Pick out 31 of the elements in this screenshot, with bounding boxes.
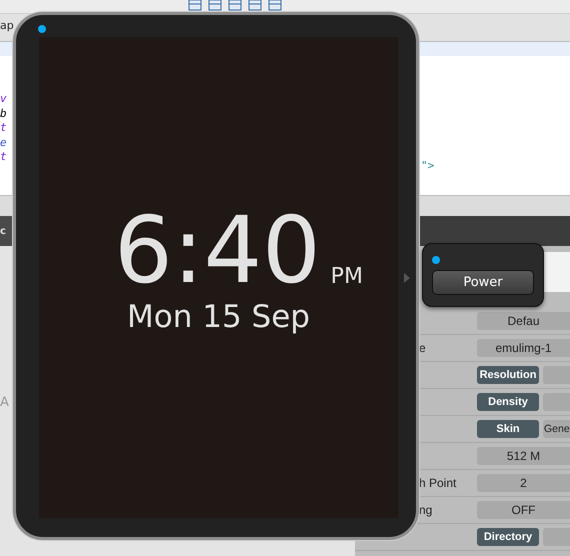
clock-date: Mon 15 Sep: [127, 299, 310, 335]
clock-meridiem: PM: [330, 264, 363, 289]
property-value: 2: [477, 474, 570, 492]
property-value: 512 M: [477, 447, 570, 465]
code-text: v: [0, 92, 7, 106]
toolbar-icon[interactable]: [228, 0, 242, 11]
property-value: Gene: [543, 420, 570, 438]
code-text: ">: [421, 159, 434, 172]
editor-tab[interactable]: ap: [0, 19, 14, 32]
toolbar-icon[interactable]: [188, 0, 202, 11]
expand-arrow-icon[interactable]: [404, 273, 410, 283]
property-label: ng: [419, 503, 434, 517]
property-button[interactable]: Skin: [477, 420, 539, 438]
toolbar-icon[interactable]: [268, 0, 282, 11]
power-button[interactable]: Power: [432, 270, 534, 295]
property-button[interactable]: Resolution: [477, 366, 539, 384]
panel-title: c: [0, 226, 6, 236]
property-value: Defau: [477, 312, 570, 330]
property-label: h Point: [419, 476, 458, 490]
property-button[interactable]: Directory: [477, 528, 539, 546]
side-text: A: [0, 395, 9, 410]
clock-time: 6:40: [114, 205, 321, 297]
property-value: OFF: [477, 501, 570, 519]
code-text: t: [0, 121, 7, 136]
code-text: b: [0, 106, 7, 121]
property-button[interactable]: Density: [477, 393, 539, 411]
code-text: t: [0, 150, 7, 164]
toolbar-icon[interactable]: [248, 0, 262, 11]
property-value: emulimg-1: [477, 339, 570, 357]
code-text: e: [0, 136, 7, 150]
toolbar-icon[interactable]: [208, 0, 222, 11]
